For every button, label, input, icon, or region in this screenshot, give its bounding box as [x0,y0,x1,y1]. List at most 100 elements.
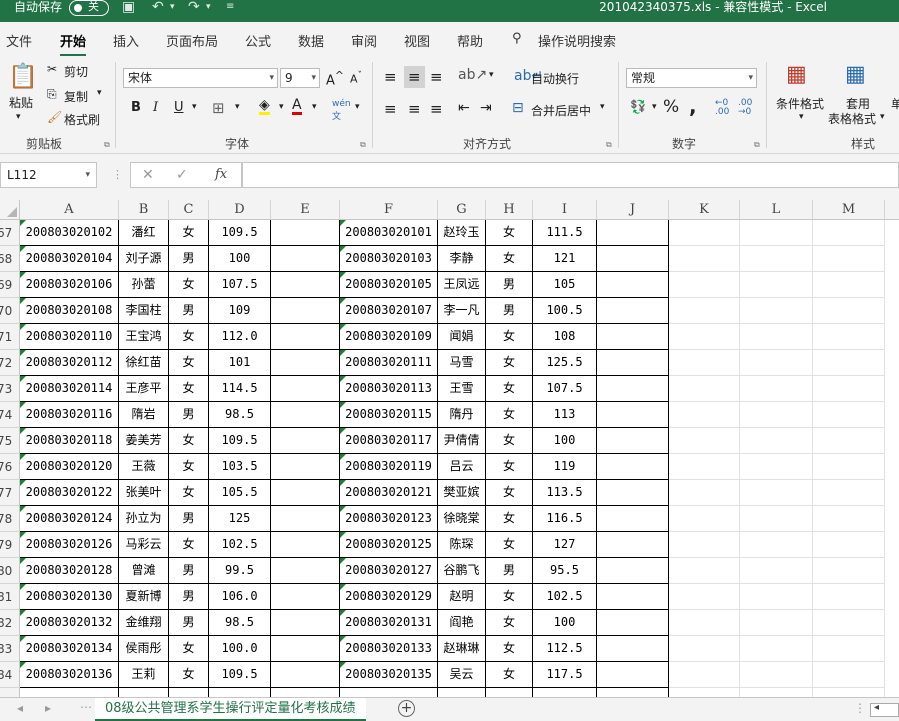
orientation-icon[interactable]: ab↗ [458,67,487,83]
cell-c[interactable]: 女 [169,636,209,662]
cancel-icon[interactable]: ✕ [142,167,154,183]
cell-h[interactable]: 女 [486,246,533,272]
cell-styles-button[interactable]: 单 [891,95,899,112]
cell-k[interactable] [669,662,740,688]
cell-h[interactable]: 女 [486,402,533,428]
cell-m[interactable] [813,584,885,610]
cell-f[interactable]: 200803020101 [340,220,438,246]
cell-j[interactable] [597,376,669,402]
cell-h[interactable]: 男 [486,298,533,324]
align-center-icon[interactable]: ≡ [408,100,421,118]
add-sheet-icon[interactable]: + [398,700,415,717]
cell-m[interactable] [813,662,885,688]
cell-m[interactable] [813,324,885,350]
cell-b[interactable]: 夏新博 [119,584,169,610]
currency-icon[interactable]: 💱 [630,100,646,115]
cell-h[interactable]: 女 [486,480,533,506]
cell-e[interactable] [271,454,340,480]
cell-l[interactable] [740,506,813,532]
cell-l[interactable] [740,454,813,480]
cell-k[interactable] [669,558,740,584]
row-header[interactable]: 74 [0,402,20,428]
cell-a[interactable]: 200803020110 [20,324,119,350]
cell-h[interactable]: 女 [486,662,533,688]
cell-i[interactable]: 100.5 [533,298,597,324]
cell-c[interactable]: 女 [169,428,209,454]
cell-j[interactable] [597,610,669,636]
tab-review[interactable]: 审阅 [351,31,377,50]
cell-l[interactable] [740,324,813,350]
cell-i[interactable]: 119 [533,454,597,480]
cell-i[interactable]: 125.5 [533,350,597,376]
cell-c[interactable]: 女 [169,220,209,246]
cell-partial-row[interactable] [813,688,885,697]
cell-d[interactable]: 112.0 [209,324,271,350]
cell-e[interactable] [271,662,340,688]
comma-style-icon[interactable]: , [689,94,697,118]
number-format-select[interactable]: 常规 ▾ [626,68,757,88]
cell-h[interactable]: 男 [486,558,533,584]
cell-m[interactable] [813,298,885,324]
cell-h[interactable]: 女 [486,220,533,246]
cut-icon[interactable]: ✂ [47,62,57,76]
tell-me-search[interactable]: 操作说明搜索 [538,31,616,50]
cell-l[interactable] [740,532,813,558]
cell-f[interactable]: 200803020135 [340,662,438,688]
cell-f[interactable]: 200803020121 [340,480,438,506]
column-header-i[interactable]: I [533,200,597,220]
row-header[interactable]: 71 [0,324,20,350]
cell-d[interactable]: 109.5 [209,662,271,688]
cell-d[interactable]: 105.5 [209,480,271,506]
border-dropdown-icon[interactable]: ▾ [235,102,240,112]
cell-f[interactable]: 200803020105 [340,272,438,298]
scroll-options-icon[interactable]: ⋮ [854,701,866,715]
cell-k[interactable] [669,376,740,402]
cell-b[interactable]: 张美叶 [119,480,169,506]
cell-g[interactable]: 隋丹 [438,402,486,428]
cell-f[interactable]: 200803020129 [340,584,438,610]
cell-i[interactable]: 113.5 [533,480,597,506]
alignment-launcher-icon[interactable]: ⧉ [606,140,612,150]
cell-j[interactable] [597,558,669,584]
conditional-format-icon[interactable]: ▦ [786,62,807,87]
save-icon[interactable]: ▣ [122,0,135,14]
cell-b[interactable]: 刘子源 [119,246,169,272]
cell-a[interactable]: 200803020128 [20,558,119,584]
cell-b[interactable]: 潘红 [119,220,169,246]
cell-a[interactable]: 200803020134 [20,636,119,662]
cell-d[interactable]: 109.5 [209,428,271,454]
cell-f[interactable]: 200803020103 [340,246,438,272]
cell-l[interactable] [740,402,813,428]
copy-dropdown-icon[interactable]: ▾ [97,88,102,98]
cell-g[interactable]: 阎艳 [438,610,486,636]
orientation-dropdown-icon[interactable]: ▾ [489,70,494,80]
cell-b[interactable]: 王薇 [119,454,169,480]
column-header-l[interactable]: L [740,200,813,220]
paste-button[interactable]: 粘贴 [9,94,33,111]
cell-l[interactable] [740,636,813,662]
paste-icon[interactable]: 📋 [8,62,38,90]
cell-m[interactable] [813,454,885,480]
cell-e[interactable] [271,402,340,428]
cell-j[interactable] [597,428,669,454]
cell-b[interactable]: 侯雨彤 [119,636,169,662]
cell-i[interactable]: 113 [533,402,597,428]
cell-l[interactable] [740,298,813,324]
cell-d[interactable]: 99.5 [209,558,271,584]
cell-g[interactable]: 樊亚嫔 [438,480,486,506]
column-header-d[interactable]: D [209,200,271,220]
cell-c[interactable]: 女 [169,532,209,558]
cell-k[interactable] [669,350,740,376]
cell-m[interactable] [813,220,885,246]
cell-i[interactable]: 100 [533,428,597,454]
cell-f[interactable]: 200803020117 [340,428,438,454]
autosave-toggle[interactable]: 关 [69,0,109,16]
format-table-icon[interactable]: ▦ [845,62,866,87]
cell-d[interactable]: 98.5 [209,402,271,428]
cell-e[interactable] [271,246,340,272]
cell-l[interactable] [740,376,813,402]
tab-view[interactable]: 视图 [404,31,430,50]
cell-b[interactable]: 王莉 [119,662,169,688]
cell-g[interactable]: 陈琛 [438,532,486,558]
cell-d[interactable]: 102.5 [209,532,271,558]
